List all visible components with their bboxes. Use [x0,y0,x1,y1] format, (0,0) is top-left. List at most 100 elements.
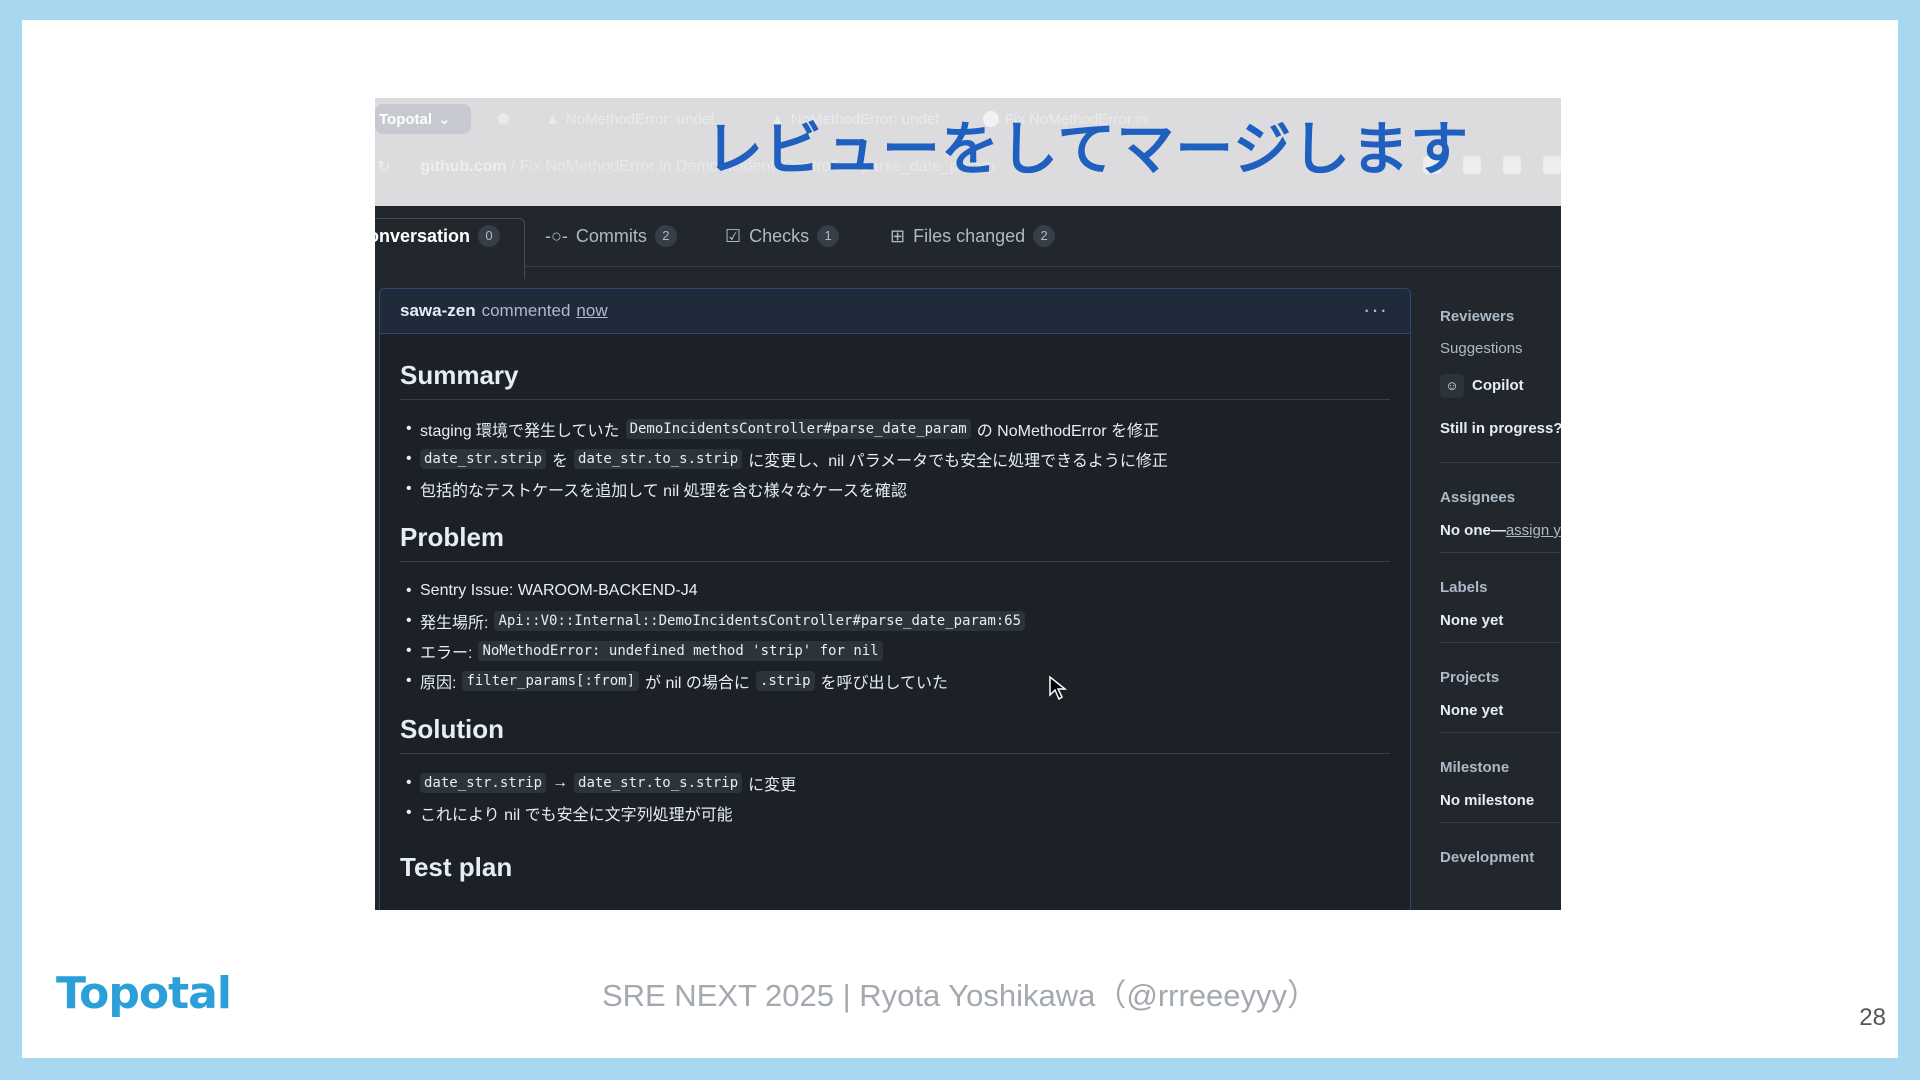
list-item: staging 環境で発生していた DemoIncidentsControlle… [406,414,1390,444]
projects-value: None yet [1440,702,1504,719]
tab-count: 0 [478,225,501,247]
copilot-label: Copilot [1472,377,1524,394]
inline-code: Api::V0::Internal::DemoIncidentsControll… [494,611,1026,631]
comment-author[interactable]: sawa-zen [400,301,476,321]
item-text: これにより nil でも安全に文字列処理が可能 [420,807,733,824]
summary-list: staging 環境で発生していた DemoIncidentsControlle… [400,414,1390,504]
item-text: に変更 [748,777,797,794]
problem-list: Sentry Issue: WAROOM-BACKEND-J4 発生場所: Ap… [400,576,1390,696]
section-title-problem: Problem [400,522,1390,562]
item-text: を [552,453,569,470]
comment-header: sawa-zen commented now ··· [380,289,1410,334]
suggestions-label: Suggestions [1440,340,1523,357]
inline-code: date_str.to_s.strip [574,449,743,469]
sentry-icon: ▲ [545,110,560,128]
arrow-icon: → [552,774,569,791]
extension-icon[interactable] [1503,156,1521,174]
page-number: 28 [1859,1004,1886,1031]
inline-code: .strip [755,671,815,691]
checklist-icon: ☑ [725,225,742,246]
milestone-label[interactable]: Milestone [1440,759,1561,792]
tab-count: 1 [817,225,840,247]
inline-code: NoMethodError: undefined method 'strip' … [478,641,883,661]
workspace-name: Topotal [379,110,433,128]
url-domain: github.com [420,158,507,175]
item-text: staging 環境で発生していた [420,423,620,440]
item-text: 原因: [420,675,457,692]
copilot-suggestion[interactable]: ☺ Copilot [1440,374,1561,420]
item-text: 発生場所: [420,615,489,632]
browser-chrome: Topotal ⌄ ⬟ ▲ NoMethodError: undef ▲ NoM… [375,98,1561,206]
comment-body: Summary staging 環境で発生していた DemoIncidentsC… [380,334,1410,910]
list-item: エラー: NoMethodError: undefined method 'st… [406,636,1390,666]
mouse-cursor-icon [1049,675,1068,701]
list-item: 包括的なテストケースを追加して nil 処理を含む様々なケースを確認 [406,474,1390,504]
slide-headline: レビューをしてマージします [705,115,1470,183]
divider [1440,552,1560,553]
workspace-switcher[interactable]: Topotal ⌄ [375,104,471,134]
item-text: を呼び出していた [820,675,949,692]
reload-icon[interactable]: ↻ [377,157,390,177]
tab-commits[interactable]: -○- Commits 2 [545,206,677,266]
item-text: に変更し、nil パラメータでも安全に処理できるように修正 [748,453,1168,470]
section-title-test-plan: Test plan [400,852,513,882]
more-options-icon[interactable]: ··· [1363,297,1388,323]
tab-label: Commits [575,225,647,246]
assignees-text: No one— [1440,522,1506,539]
inline-code: date_str.to_s.strip [574,773,743,793]
tab-count: 2 [654,225,677,247]
item-text: 包括的なテストケースを追加して nil 処理を含む様々なケースを確認 [420,483,907,500]
pin-icon[interactable]: ⬟ [497,108,510,130]
assignees-value: No one—assign y [1440,522,1561,552]
section-title-summary: Summary [400,360,1390,400]
tab-checks[interactable]: ☑ Checks 1 [725,206,840,266]
inline-code: DemoIncidentsController#parse_date_param [625,419,971,439]
copilot-icon: ☺ [1440,374,1464,398]
divider [1440,462,1560,463]
item-text: が nil の場合に [645,675,750,692]
assign-yourself-link[interactable]: assign y [1506,522,1561,539]
divider [1440,642,1560,643]
labels-label[interactable]: Labels [1440,579,1561,612]
projects-label[interactable]: Projects [1440,669,1561,702]
tab-conversation[interactable]: Conversation 0 [375,206,501,266]
reviewers-label[interactable]: Reviewers [1440,308,1561,340]
item-text: の NoMethodError を修正 [976,423,1159,440]
pr-tabs: Conversation 0 -○- Commits 2 ☑ Checks 1 … [375,206,1561,279]
tab-label: Conversation [375,225,471,246]
labels-value: None yet [1440,612,1504,629]
comment-action: commented [481,301,571,320]
assignees-label[interactable]: Assignees [1440,489,1561,522]
divider [1440,822,1560,823]
list-item: 原因: filter_params[:from] が nil の場合に .str… [406,666,1390,696]
section-title-solution: Solution [400,714,1390,754]
list-item: 発生場所: Api::V0::Internal::DemoIncidentsCo… [406,606,1390,636]
screenshot-frame: Topotal ⌄ ⬟ ▲ NoMethodError: undef ▲ NoM… [375,98,1561,910]
inline-code: filter_params[:from] [462,671,640,691]
tab-count: 2 [1033,225,1056,247]
chevron-down-icon: ⌄ [438,111,451,128]
inline-code: date_str.strip [420,449,547,469]
pr-comment: sawa-zen commented now ··· Summary stagi… [379,288,1411,910]
list-item: Sentry Issue: WAROOM-BACKEND-J4 [406,576,1390,606]
pr-sidebar: Reviewers Suggestions ☺ Copilot Still in… [1440,308,1561,879]
file-diff-icon: ⊞ [890,225,906,246]
development-label[interactable]: Development [1440,849,1561,879]
still-in-progress-text: Still in progress? [1440,420,1561,437]
item-text: エラー: [420,645,473,662]
tab-files-changed[interactable]: ⊞ Files changed 2 [890,206,1056,266]
inline-code: date_str.strip [420,773,547,793]
browser-tab-label: NoMethodError: undef [565,110,715,128]
item-text: Sentry Issue: WAROOM-BACKEND-J4 [420,582,698,599]
browser-tab[interactable]: ▲ NoMethodError: undef [545,108,714,130]
commit-icon: -○- [545,225,568,246]
tab-label: Checks [749,225,810,246]
list-item: これにより nil でも安全に文字列処理が可能 [406,798,1390,828]
list-item: date_str.strip を date_str.to_s.strip に変更… [406,444,1390,474]
comment-time[interactable]: now [576,301,607,321]
divider [1440,732,1560,733]
milestone-value: No milestone [1440,792,1535,809]
solution-list: date_str.strip → date_str.to_s.strip に変更… [400,768,1390,828]
list-item: date_str.strip → date_str.to_s.strip に変更 [406,768,1390,798]
extension-icon[interactable] [1543,156,1561,174]
